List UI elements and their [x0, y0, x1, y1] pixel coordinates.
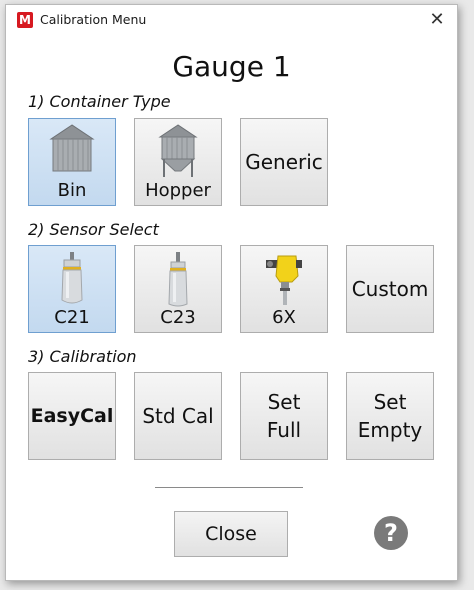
container-bin-button[interactable]: Bin	[28, 118, 116, 206]
sensor-c21-button[interactable]: C21	[28, 245, 116, 333]
section-label-sensor-select: 2) Sensor Select	[28, 220, 159, 239]
footer-divider	[155, 487, 303, 488]
sensor-c23-button[interactable]: C23	[134, 245, 222, 333]
set-full-label: Set Full	[266, 390, 302, 442]
help-icon[interactable]: ?	[374, 516, 408, 550]
calibration-menu-window: M Calibration Menu ✕ Gauge 1 1) Containe…	[5, 4, 458, 581]
sensor-c21-label: C21	[54, 307, 90, 328]
easycal-label: EasyCal	[30, 405, 114, 427]
std-cal-label: Std Cal	[142, 404, 214, 428]
container-bin-label: Bin	[57, 180, 87, 201]
window-title: Calibration Menu	[40, 12, 147, 27]
section-label-calibration: 3) Calibration	[28, 347, 137, 366]
page-title: Gauge 1	[172, 50, 291, 83]
set-empty-label: Set Empty	[357, 390, 423, 442]
6x-sensor-icon	[241, 250, 327, 308]
title-bar: M Calibration Menu ✕	[6, 5, 457, 35]
container-generic-label: Generic	[245, 150, 323, 174]
hopper-silo-icon	[135, 123, 221, 179]
sensor-c23-label: C23	[160, 307, 196, 328]
easycal-button[interactable]: EasyCal	[28, 372, 116, 460]
set-empty-button[interactable]: Set Empty	[346, 372, 434, 460]
c23-sensor-icon	[135, 250, 221, 308]
c21-sensor-icon	[29, 250, 115, 308]
sensor-6x-label: 6X	[272, 307, 296, 328]
close-button[interactable]: Close	[174, 511, 288, 557]
bin-silo-icon	[29, 123, 115, 175]
container-generic-button[interactable]: Generic	[240, 118, 328, 206]
window-close-button[interactable]: ✕	[423, 7, 451, 33]
std-cal-button[interactable]: Std Cal	[134, 372, 222, 460]
sensor-6x-button[interactable]: 6X	[240, 245, 328, 333]
container-hopper-label: Hopper	[145, 180, 211, 201]
app-logo-icon: M	[17, 12, 33, 28]
section-label-container-type: 1) Container Type	[28, 92, 171, 111]
sensor-custom-label: Custom	[351, 277, 429, 301]
set-full-button[interactable]: Set Full	[240, 372, 328, 460]
sensor-custom-button[interactable]: Custom	[346, 245, 434, 333]
container-hopper-button[interactable]: Hopper	[134, 118, 222, 206]
